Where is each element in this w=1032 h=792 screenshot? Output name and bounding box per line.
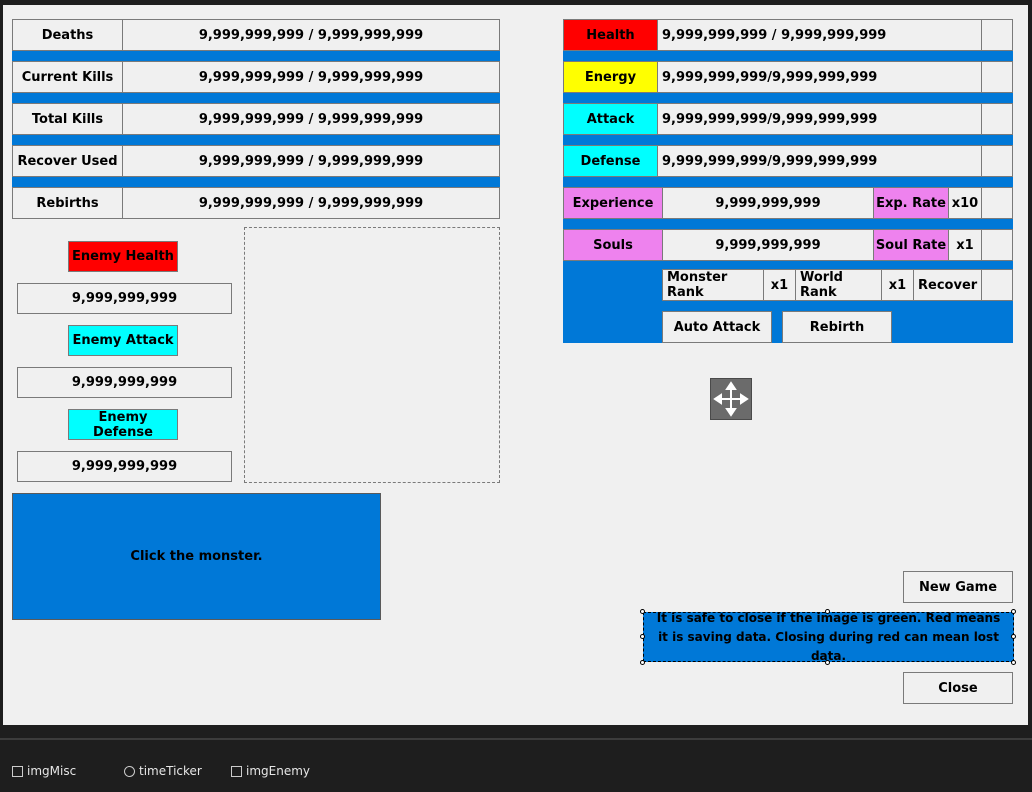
selection-handle-bm[interactable]: [825, 660, 830, 665]
timer-icon: [124, 765, 135, 777]
enemy-defense-value: 9,999,999,999: [17, 451, 232, 482]
enemy-health-label: Enemy Health: [68, 241, 178, 272]
current-kills-label: Current Kills: [12, 61, 123, 93]
total-kills-value: 9,999,999,999 / 9,999,999,999: [122, 103, 500, 135]
enemy-attack-value: 9,999,999,999: [17, 367, 232, 398]
enemy-image-box[interactable]: [244, 227, 500, 483]
exp-extra-cell: [981, 187, 1013, 219]
rebirths-value: 9,999,999,999 / 9,999,999,999: [122, 187, 500, 219]
selection-handle-tr[interactable]: [1011, 609, 1016, 614]
selection-handle-ml[interactable]: [640, 634, 645, 639]
exp-rate-label: Exp. Rate: [873, 187, 949, 219]
picturebox-icon: [12, 765, 23, 777]
world-rank-value: x1: [881, 269, 914, 301]
health-extra-cell: [981, 19, 1013, 51]
recover-used-value: 9,999,999,999 / 9,999,999,999: [122, 145, 500, 177]
rebirth-button[interactable]: Rebirth: [782, 311, 892, 343]
defense-value: 9,999,999,999/9,999,999,999: [657, 145, 982, 177]
health-value: 9,999,999,999 / 9,999,999,999: [657, 19, 982, 51]
save-notice: It is safe to close if the image is gree…: [643, 611, 1014, 663]
selection-handle-bl[interactable]: [640, 660, 645, 665]
new-game-button[interactable]: New Game: [903, 571, 1013, 603]
attack-label: Attack: [563, 103, 658, 135]
exp-rate-value: x10: [948, 187, 982, 219]
monster-click-area[interactable]: Click the monster.: [12, 493, 381, 620]
recover-extra-cell: [981, 269, 1013, 301]
total-kills-label: Total Kills: [12, 103, 123, 135]
tray-item-timeticker[interactable]: timeTicker: [124, 764, 202, 778]
enemy-attack-label: Enemy Attack: [68, 325, 178, 356]
player-stats-table: Health 9,999,999,999 / 9,999,999,999 Ene…: [563, 19, 1013, 343]
souls-extra-cell: [981, 229, 1013, 261]
health-label: Health: [563, 19, 658, 51]
soul-rate-value: x1: [948, 229, 982, 261]
monster-prompt-text: Click the monster.: [130, 549, 263, 564]
energy-extra-cell: [981, 61, 1013, 93]
monster-rank-value: x1: [763, 269, 796, 301]
move-handle[interactable]: [710, 378, 752, 420]
experience-label: Experience: [563, 187, 663, 219]
tray-item-label: imgEnemy: [246, 764, 311, 778]
close-button[interactable]: Close: [903, 672, 1013, 704]
defense-label: Defense: [563, 145, 658, 177]
soul-rate-label: Soul Rate: [873, 229, 949, 261]
selection-handle-mr[interactable]: [1011, 634, 1016, 639]
tray-item-imgmisc[interactable]: imgMisc: [12, 764, 76, 778]
selection-handle-tm[interactable]: [825, 609, 830, 614]
tray-item-label: timeTicker: [139, 764, 202, 778]
selection-handle-br[interactable]: [1011, 660, 1016, 665]
enemy-health-value: 9,999,999,999: [17, 283, 232, 314]
component-tray: imgMisc timeTicker imgEnemy: [0, 738, 1032, 792]
auto-attack-button[interactable]: Auto Attack: [662, 311, 772, 343]
game-form: Deaths 9,999,999,999 / 9,999,999,999 Cur…: [3, 5, 1028, 725]
rebirths-label: Rebirths: [12, 187, 123, 219]
souls-value: 9,999,999,999: [662, 229, 874, 261]
picturebox-icon: [231, 765, 242, 777]
energy-value: 9,999,999,999/9,999,999,999: [657, 61, 982, 93]
tray-item-imgenemy[interactable]: imgEnemy: [231, 764, 310, 778]
current-kills-value: 9,999,999,999 / 9,999,999,999: [122, 61, 500, 93]
attack-extra-cell: [981, 103, 1013, 135]
save-notice-text: It is safe to close if the image is gree…: [656, 610, 1001, 663]
energy-label: Energy: [563, 61, 658, 93]
monster-rank-label: Monster Rank: [662, 269, 764, 301]
deaths-value: 9,999,999,999 / 9,999,999,999: [122, 19, 500, 51]
world-rank-label: World Rank: [795, 269, 882, 301]
tray-item-label: imgMisc: [27, 764, 77, 778]
stats-table: Deaths 9,999,999,999 / 9,999,999,999 Cur…: [12, 19, 500, 219]
selection-handle-tl[interactable]: [640, 609, 645, 614]
recover-used-label: Recover Used: [12, 145, 123, 177]
recover-button[interactable]: Recover: [913, 269, 983, 301]
souls-label: Souls: [563, 229, 663, 261]
deaths-label: Deaths: [12, 19, 123, 51]
move-arrows-icon: [713, 381, 749, 417]
defense-extra-cell: [981, 145, 1013, 177]
attack-value: 9,999,999,999/9,999,999,999: [657, 103, 982, 135]
enemy-defense-label: Enemy Defense: [68, 409, 178, 440]
experience-value: 9,999,999,999: [662, 187, 874, 219]
